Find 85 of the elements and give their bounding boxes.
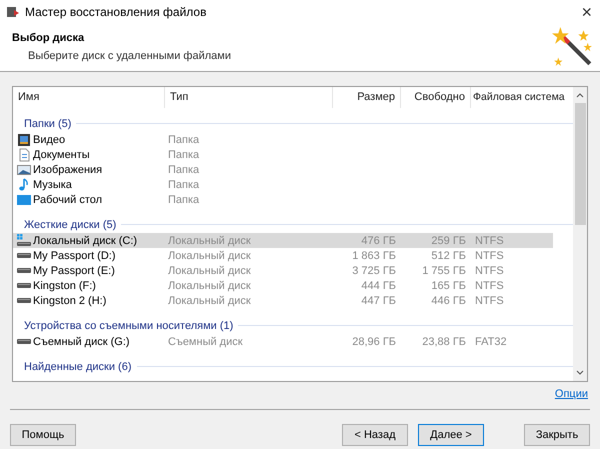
column-header[interactable]: Имя xyxy=(13,87,165,108)
window-title: Мастер восстановления файлов xyxy=(25,4,208,18)
free-cell-text: 165 ГБ xyxy=(430,280,467,292)
drive-icon xyxy=(17,339,31,344)
monitor-icon xyxy=(17,192,31,206)
item-name: Документы xyxy=(33,148,90,160)
list-row[interactable]: Рабочий стол Папка xyxy=(13,192,553,207)
filesystem-cell-text: NTFS xyxy=(474,250,505,262)
free-cell-text: 512 ГБ xyxy=(430,250,467,262)
list-row[interactable]: Видео Папка xyxy=(13,132,553,147)
list-row[interactable]: My Passport (D:) Локальный диск 1 863 ГБ 512 ГБ NTFS xyxy=(13,248,553,263)
type-cell-text: Локальный диск xyxy=(167,264,252,276)
drive-icon xyxy=(17,253,31,258)
free-cell-text: 23,88 ГБ xyxy=(421,336,467,348)
free-cell-text: 1 755 ГБ xyxy=(421,264,467,276)
group-header: Найденные диски (6) xyxy=(24,360,132,372)
item-name: Kingston 2 (H:) xyxy=(33,294,106,306)
list-row[interactable]: My Passport (E:) Локальный диск 3 725 ГБ 1 755 ГБ NTFS xyxy=(13,263,553,278)
column-header[interactable]: Тип xyxy=(165,87,333,108)
windows-drive-icon xyxy=(17,234,31,248)
item-name: Музыка xyxy=(33,178,72,190)
type-cell-text: Локальный диск xyxy=(167,234,252,246)
list-row[interactable]: Изображения Папка xyxy=(13,162,553,177)
type-cell-text: Папка xyxy=(167,194,200,206)
size-cell-text: 28,96 ГБ xyxy=(351,336,397,348)
list-row[interactable]: Съемный диск (G:) Съемный диск 28,96 ГБ 23,88 ГБ FAT32 xyxy=(13,334,553,349)
filesystem-cell-text: FAT32 xyxy=(474,336,508,348)
list-row[interactable]: Kingston 2 (H:) Локальный диск 447 ГБ 446 ГБ NTFS xyxy=(13,293,553,308)
filesystem-cell-text: NTFS xyxy=(474,294,505,306)
drive-icon xyxy=(17,298,31,303)
page-subtitle: Выберите диск с удаленными файлами xyxy=(27,50,232,62)
free-cell-text: 446 ГБ xyxy=(430,294,467,306)
item-name: My Passport (E:) xyxy=(33,264,115,276)
type-cell-text: Локальный диск xyxy=(167,250,252,262)
page-title: Выбор диска xyxy=(12,32,86,44)
size-cell-text: 476 ГБ xyxy=(360,234,397,246)
size-cell-text: 1 863 ГБ xyxy=(351,250,397,262)
item-name: Изображения xyxy=(33,164,102,176)
drive-icon xyxy=(17,268,31,273)
scroll-up-icon[interactable] xyxy=(576,92,584,98)
item-name: Kingston (F:) xyxy=(33,280,96,292)
group-header: Жесткие диски (5) xyxy=(24,218,116,230)
group-header: Устройства со съемными носителями (1) xyxy=(24,320,234,332)
group-header: Папки (5) xyxy=(24,118,72,130)
column-header[interactable]: Размер xyxy=(333,87,401,108)
column-header[interactable]: Свободно xyxy=(401,87,471,108)
close-button[interactable]: × xyxy=(581,2,592,20)
size-cell-text: 444 ГБ xyxy=(360,280,397,292)
picture-icon xyxy=(17,162,31,176)
help-button[interactable]: Помощь xyxy=(10,424,76,446)
app-icon xyxy=(6,4,20,18)
item-name: Съемный диск (G:) xyxy=(33,336,130,348)
filesystem-cell-text: NTFS xyxy=(474,234,505,246)
type-cell-text: Локальный диск xyxy=(167,280,252,292)
item-name: My Passport (D:) xyxy=(33,250,116,262)
filesystem-cell-text: NTFS xyxy=(474,264,505,276)
type-cell-text: Папка xyxy=(167,148,200,160)
document-icon xyxy=(17,148,31,162)
scroll-down-icon[interactable] xyxy=(576,370,584,376)
type-cell-text: Папка xyxy=(167,178,200,190)
music-note-icon xyxy=(17,178,31,192)
next-button[interactable]: Далее > xyxy=(418,424,484,446)
close-dialog-button[interactable]: Закрыть xyxy=(524,424,590,446)
size-cell-text: 447 ГБ xyxy=(360,294,397,306)
free-cell-text: 259 ГБ xyxy=(430,234,467,246)
list-row[interactable]: Документы Папка xyxy=(13,147,553,162)
magic-wand-icon xyxy=(552,26,594,68)
list-row[interactable]: Kingston (F:) Локальный диск 444 ГБ 165 ГБ NTFS xyxy=(13,278,553,293)
column-header[interactable]: Файловая система xyxy=(471,87,571,108)
film-icon xyxy=(17,132,31,146)
options-link[interactable]: Опции xyxy=(554,388,588,400)
scrollbar[interactable] xyxy=(573,87,587,381)
item-name: Локальный диск (C:) xyxy=(33,234,138,246)
item-name: Видео xyxy=(33,134,66,146)
back-button[interactable]: < Назад xyxy=(342,424,408,446)
list-row[interactable]: Локальный диск (C:) Локальный диск 476 ГБ 259 ГБ NTFS xyxy=(13,233,553,248)
type-cell-text: Съемный диск xyxy=(167,336,244,348)
list-row[interactable]: Музыка Папка xyxy=(13,177,553,192)
type-cell-text: Папка xyxy=(167,134,200,146)
type-cell-text: Папка xyxy=(167,164,200,176)
item-name: Рабочий стол xyxy=(33,194,102,206)
drive-icon xyxy=(17,283,31,288)
type-cell-text: Локальный диск xyxy=(167,294,252,306)
size-cell-text: 3 725 ГБ xyxy=(351,264,397,276)
filesystem-cell-text: NTFS xyxy=(474,280,505,292)
